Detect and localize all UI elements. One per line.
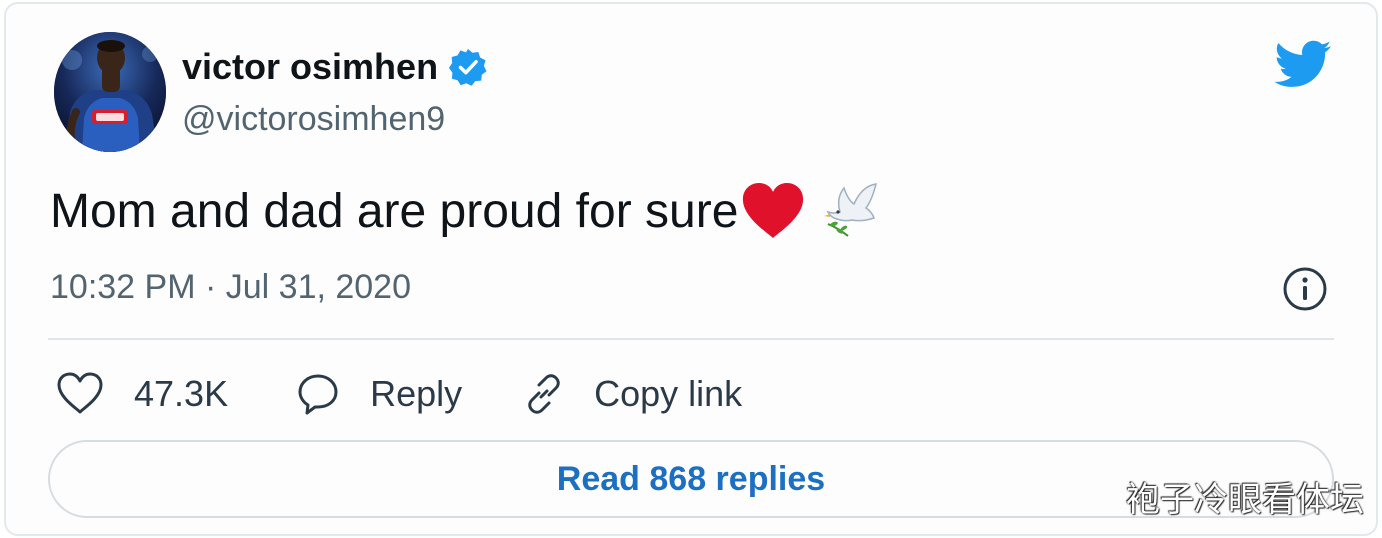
author-display-name-row[interactable]: victor osimhen <box>182 46 488 88</box>
avatar[interactable] <box>54 32 166 152</box>
reply-label: Reply <box>370 373 463 414</box>
speech-bubble-icon <box>298 374 338 415</box>
divider <box>48 338 1334 340</box>
link-chain-icon <box>528 374 560 414</box>
like-count: 47.3K <box>134 373 229 414</box>
avatar-photo <box>54 32 166 152</box>
read-replies-label: Read 868 replies <box>556 459 826 498</box>
author-handle[interactable]: @victorosimhen9 <box>182 100 445 139</box>
copy-link-button[interactable]: Copy link <box>522 372 742 416</box>
copy-link-label: Copy link <box>594 373 743 414</box>
author-display-name[interactable]: victor osimhen <box>182 46 438 88</box>
tweet-text: Mom and dad are proud for sure <box>50 184 739 238</box>
reply-button[interactable]: Reply <box>296 372 462 416</box>
dove-emoji-icon <box>824 183 878 237</box>
tweet-card: victor osimhen @victorosimhen9 Mom and d… <box>4 2 1378 536</box>
red-heart-emoji-icon <box>743 183 804 238</box>
watermark: 袍子冷眼看体坛 <box>1126 480 1364 520</box>
verified-badge-icon <box>449 49 487 86</box>
tweet-text-row: Mom and dad are proud for sure <box>50 182 884 240</box>
action-bar: 47.3K Reply Copy link <box>56 366 742 422</box>
twitter-bird-icon[interactable] <box>1274 40 1332 90</box>
heart-outline-icon <box>57 372 103 414</box>
like-button[interactable]: 47.3K <box>56 372 228 416</box>
info-icon[interactable] <box>1282 266 1328 312</box>
tweet-timestamp[interactable]: 10:32 PM · Jul 31, 2020 <box>50 268 411 307</box>
